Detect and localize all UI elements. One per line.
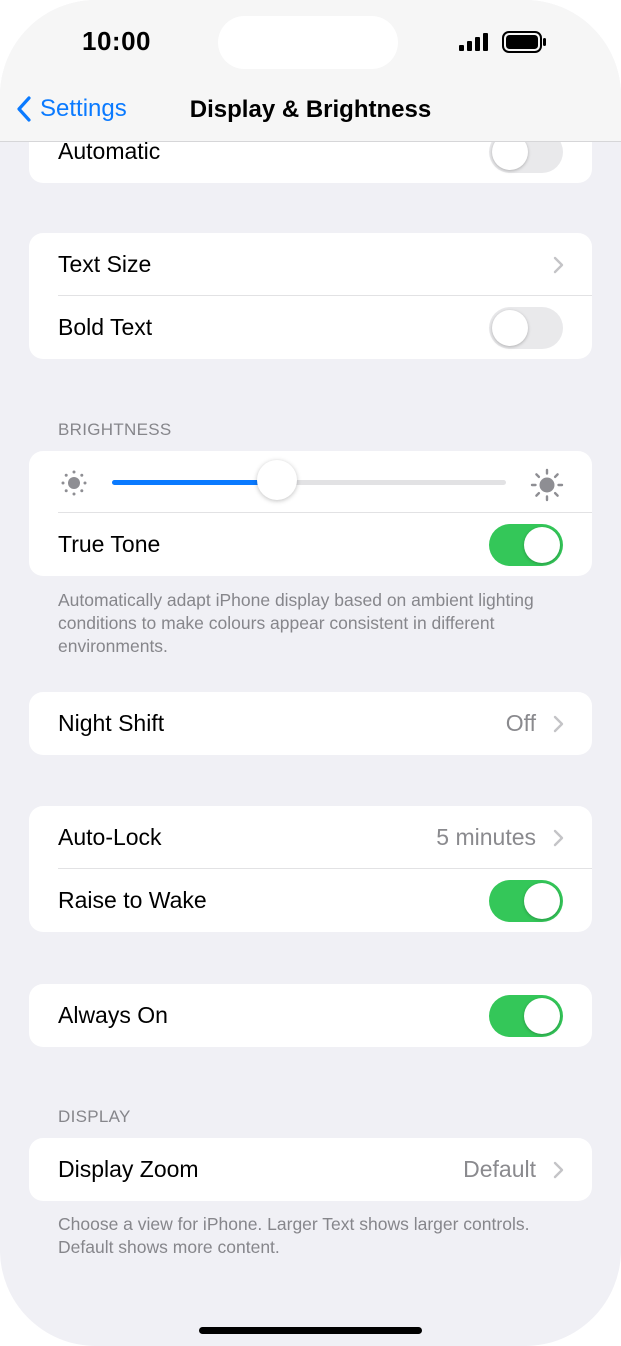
automatic-label: Automatic xyxy=(58,142,161,164)
true-tone-toggle[interactable] xyxy=(489,524,563,566)
brightness-slider-fill xyxy=(112,480,277,485)
raise-to-wake-label: Raise to Wake xyxy=(58,887,207,913)
auto-lock-value: 5 minutes xyxy=(436,824,536,850)
appearance-group: Automatic xyxy=(29,142,592,183)
cellular-signal-icon xyxy=(459,33,488,51)
sun-large-icon xyxy=(530,468,564,502)
brightness-slider[interactable] xyxy=(112,480,506,485)
brightness-section-header: BRIGHTNESS xyxy=(58,420,172,439)
night-shift-label: Night Shift xyxy=(58,710,165,736)
status-time: 10:00 xyxy=(82,26,151,56)
always-on-row: Always On xyxy=(29,984,592,1047)
page-title: Display & Brightness xyxy=(189,96,432,123)
toggle-knob xyxy=(524,998,560,1034)
always-on-toggle[interactable] xyxy=(489,995,563,1037)
night-shift-group: Night Shift Off xyxy=(29,692,592,755)
text-size-row[interactable]: Text Size xyxy=(29,233,592,296)
lock-group: Auto-Lock 5 minutes Raise to Wake xyxy=(29,806,592,932)
always-on-group: Always On xyxy=(29,984,592,1047)
display-zoom-value: Default xyxy=(463,1156,536,1182)
bold-text-toggle[interactable] xyxy=(489,307,563,349)
raise-to-wake-toggle[interactable] xyxy=(489,880,563,922)
auto-lock-label: Auto-Lock xyxy=(58,824,162,850)
automatic-row: Automatic xyxy=(29,142,592,183)
brightness-group: True Tone xyxy=(29,451,592,576)
status-bar: 10:00 xyxy=(0,0,621,84)
dynamic-island xyxy=(218,16,398,69)
chevron-right-icon xyxy=(553,1161,564,1179)
chevron-right-icon xyxy=(553,829,564,847)
raise-to-wake-row: Raise to Wake xyxy=(29,869,592,932)
navigation-bar: Settings Display & Brightness xyxy=(0,84,621,142)
bold-text-row: Bold Text xyxy=(29,296,592,359)
toggle-knob xyxy=(492,310,528,346)
brightness-slider-row xyxy=(29,451,592,513)
chevron-right-icon xyxy=(553,715,564,733)
toggle-knob xyxy=(492,142,528,170)
toggle-knob xyxy=(524,527,560,563)
true-tone-label: True Tone xyxy=(58,531,161,557)
display-section-header: DISPLAY xyxy=(58,1107,131,1126)
battery-icon xyxy=(502,31,546,53)
display-zoom-footnote: Choose a view for iPhone. Larger Text sh… xyxy=(58,1214,530,1257)
sun-small-icon xyxy=(61,470,87,496)
true-tone-row: True Tone xyxy=(29,513,592,576)
text-group: Text Size Bold Text xyxy=(29,233,592,359)
night-shift-value: Off xyxy=(505,710,536,736)
display-zoom-group: Display Zoom Default xyxy=(29,1138,592,1201)
display-zoom-row[interactable]: Display Zoom Default xyxy=(29,1138,592,1201)
automatic-toggle[interactable] xyxy=(489,142,563,173)
display-zoom-label: Display Zoom xyxy=(58,1156,199,1182)
settings-list[interactable]: Automatic Text Size Bold Text BRIGHTNESS xyxy=(0,142,621,1346)
auto-lock-row[interactable]: Auto-Lock 5 minutes xyxy=(29,806,592,869)
chevron-right-icon xyxy=(553,256,564,274)
home-indicator[interactable] xyxy=(199,1327,422,1334)
text-size-label: Text Size xyxy=(58,251,152,277)
bold-text-label: Bold Text xyxy=(58,314,153,340)
true-tone-footnote: Automatically adapt iPhone display based… xyxy=(58,590,534,656)
toggle-knob xyxy=(524,883,560,919)
always-on-label: Always On xyxy=(58,1002,168,1028)
phone-screen: 10:00 Settings Display & Brightness Auto… xyxy=(0,0,621,1346)
night-shift-row[interactable]: Night Shift Off xyxy=(29,692,592,755)
brightness-slider-thumb[interactable] xyxy=(257,460,297,500)
